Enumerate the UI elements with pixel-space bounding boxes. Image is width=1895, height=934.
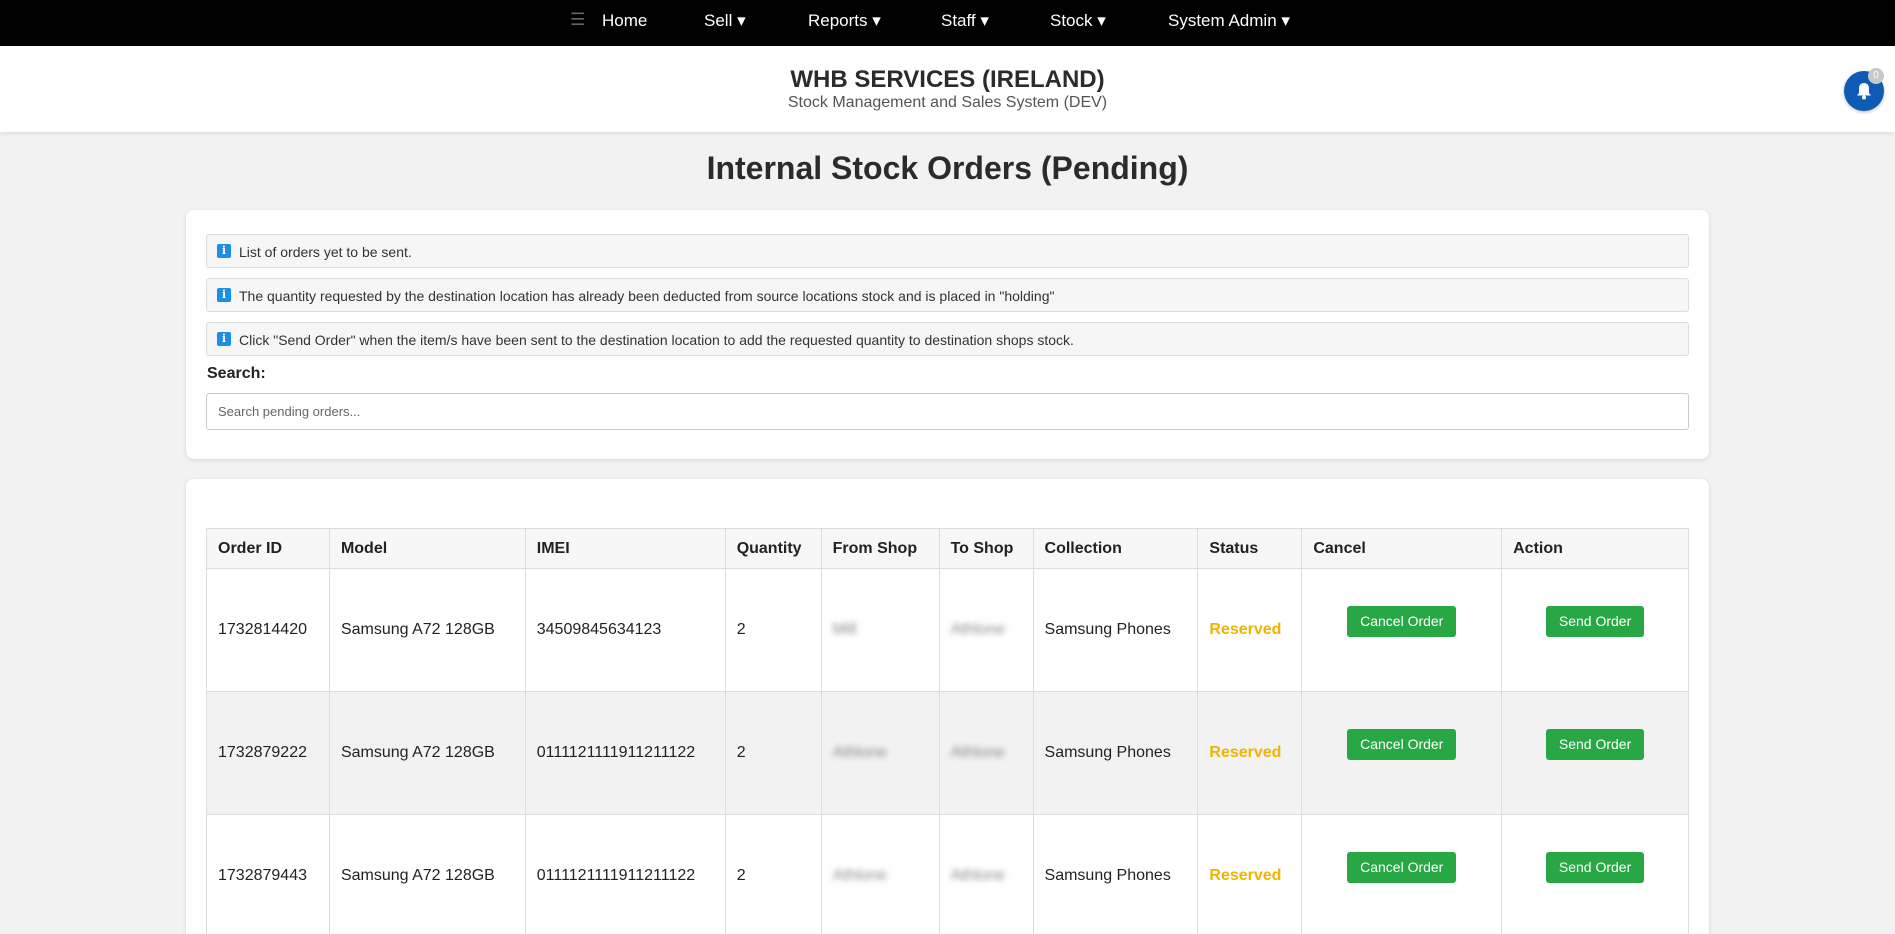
col-collection: Collection [1032, 528, 1199, 569]
site-header: WHB SERVICES (IRELAND) Stock Management … [0, 46, 1895, 132]
info-icon: i [217, 288, 231, 302]
cancel-cell: Cancel Order [1301, 568, 1503, 692]
bell-icon [1857, 83, 1871, 100]
to-shop: Athlone [938, 568, 1034, 692]
to-shop: Athlone [938, 814, 1034, 934]
orders-table-card: Order ID Model IMEI Quantity From Shop T… [186, 479, 1709, 934]
col-status: Status [1197, 528, 1303, 569]
status-badge: Reserved [1209, 744, 1282, 761]
info-icon: i [217, 244, 231, 258]
table-row: 1732814420 Samsung A72 128GB 34509845634… [206, 568, 1689, 692]
action-cell: Send Order [1501, 691, 1689, 815]
notification-count-badge: 0 [1868, 68, 1884, 84]
col-order-id: Order ID [206, 528, 330, 569]
status: Reserved [1197, 814, 1303, 934]
orders-table: Order ID Model IMEI Quantity From Shop T… [206, 528, 1689, 934]
from-shop: Athlone [820, 691, 940, 815]
order-id: 1732879222 [206, 691, 330, 815]
cancel-cell: Cancel Order [1301, 814, 1503, 934]
nav-reports[interactable]: Reports ▾ [808, 11, 881, 31]
table-header-row: Order ID Model IMEI Quantity From Shop T… [206, 528, 1689, 569]
model: Samsung A72 128GB [328, 691, 526, 815]
col-to-shop: To Shop [938, 528, 1034, 569]
imei: 0111121111911211122 [524, 814, 726, 934]
nav-stock[interactable]: Stock ▾ [1050, 11, 1106, 31]
imei: 0111121111911211122 [524, 691, 726, 815]
from-shop: Mill [820, 568, 940, 692]
company-name: WHB SERVICES (IRELAND) [790, 66, 1105, 93]
action-cell: Send Order [1501, 814, 1689, 934]
cancel-cell: Cancel Order [1301, 691, 1503, 815]
info-message: i List of orders yet to be sent. [206, 234, 1689, 268]
from-shop: Athlone [820, 814, 940, 934]
col-model: Model [328, 528, 526, 569]
status: Reserved [1197, 568, 1303, 692]
collection: Samsung Phones [1032, 814, 1199, 934]
top-nav: ☰ Home Sell ▾ Reports ▾ Staff ▾ Stock ▾ … [0, 0, 1895, 46]
status-badge: Reserved [1209, 621, 1282, 638]
col-action: Action [1501, 528, 1689, 569]
col-cancel: Cancel [1301, 528, 1503, 569]
collection: Samsung Phones [1032, 568, 1199, 692]
status: Reserved [1197, 691, 1303, 815]
send-order-button[interactable]: Send Order [1545, 851, 1645, 883]
send-order-button[interactable]: Send Order [1545, 728, 1645, 760]
info-message: i Click "Send Order" when the item/s hav… [206, 322, 1689, 356]
cancel-order-button[interactable]: Cancel Order [1347, 728, 1457, 760]
info-message: i The quantity requested by the destinat… [206, 278, 1689, 312]
info-icon: i [217, 332, 231, 346]
nav-system-admin[interactable]: System Admin ▾ [1168, 11, 1290, 31]
page-title: Internal Stock Orders (Pending) [706, 150, 1189, 186]
cancel-order-button[interactable]: Cancel Order [1347, 851, 1457, 883]
hamburger-icon[interactable]: ☰ [570, 10, 585, 30]
imei: 34509845634123 [524, 568, 726, 692]
to-shop: Athlone [938, 691, 1034, 815]
system-subtitle: Stock Management and Sales System (DEV) [787, 94, 1108, 111]
col-imei: IMEI [524, 528, 726, 569]
send-order-button[interactable]: Send Order [1545, 605, 1645, 637]
collection: Samsung Phones [1032, 691, 1199, 815]
search-input[interactable] [206, 393, 1689, 430]
action-cell: Send Order [1501, 568, 1689, 692]
table-row: 1732879443 Samsung A72 128GB 01111211119… [206, 814, 1689, 934]
nav-sell[interactable]: Sell ▾ [704, 11, 746, 31]
quantity: 2 [724, 568, 822, 692]
status-badge: Reserved [1209, 867, 1282, 884]
nav-staff[interactable]: Staff ▾ [941, 11, 989, 31]
quantity: 2 [724, 691, 822, 815]
nav-home[interactable]: Home [602, 11, 647, 31]
col-quantity: Quantity [724, 528, 822, 569]
quantity: 2 [724, 814, 822, 934]
col-from-shop: From Shop [820, 528, 940, 569]
model: Samsung A72 128GB [328, 568, 526, 692]
search-label: Search: [207, 365, 266, 382]
info-search-card: i List of orders yet to be sent. i The q… [186, 210, 1709, 459]
model: Samsung A72 128GB [328, 814, 526, 934]
cancel-order-button[interactable]: Cancel Order [1347, 605, 1457, 637]
order-id: 1732879443 [206, 814, 330, 934]
order-id: 1732814420 [206, 568, 330, 692]
table-row: 1732879222 Samsung A72 128GB 01111211119… [206, 691, 1689, 815]
